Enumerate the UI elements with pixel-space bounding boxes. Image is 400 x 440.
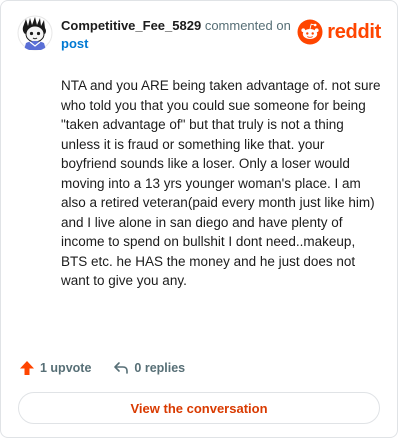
upvote-count: 1 upvote: [40, 361, 92, 375]
action-text: commented on: [204, 18, 291, 33]
upvote-button[interactable]: 1 upvote: [19, 360, 91, 376]
replies-count: 0 replies: [134, 361, 186, 375]
upvote-arrow-icon: [20, 361, 34, 375]
reddit-wordmark: reddit: [327, 20, 381, 43]
reply-arrow-icon: [114, 362, 129, 374]
comment-header: Competitive_Fee_5829 commented on post r…: [17, 15, 383, 55]
avatar[interactable]: [17, 15, 53, 51]
comment-body: NTA and you ARE being taken advantage of…: [61, 78, 381, 288]
comment-card: Competitive_Fee_5829 commented on post r…: [0, 0, 398, 438]
view-conversation-button[interactable]: View the conversation: [18, 392, 380, 424]
comment-meta: Competitive_Fee_5829 commented on post: [61, 17, 291, 53]
author-name[interactable]: Competitive_Fee_5829: [61, 18, 201, 33]
reddit-snoo-icon: [297, 19, 323, 45]
comment-actions: 1 upvote 0 replies: [19, 358, 185, 378]
reddit-logo[interactable]: reddit: [297, 19, 381, 45]
post-link[interactable]: post: [61, 35, 291, 53]
replies-button[interactable]: 0 replies: [113, 360, 185, 376]
